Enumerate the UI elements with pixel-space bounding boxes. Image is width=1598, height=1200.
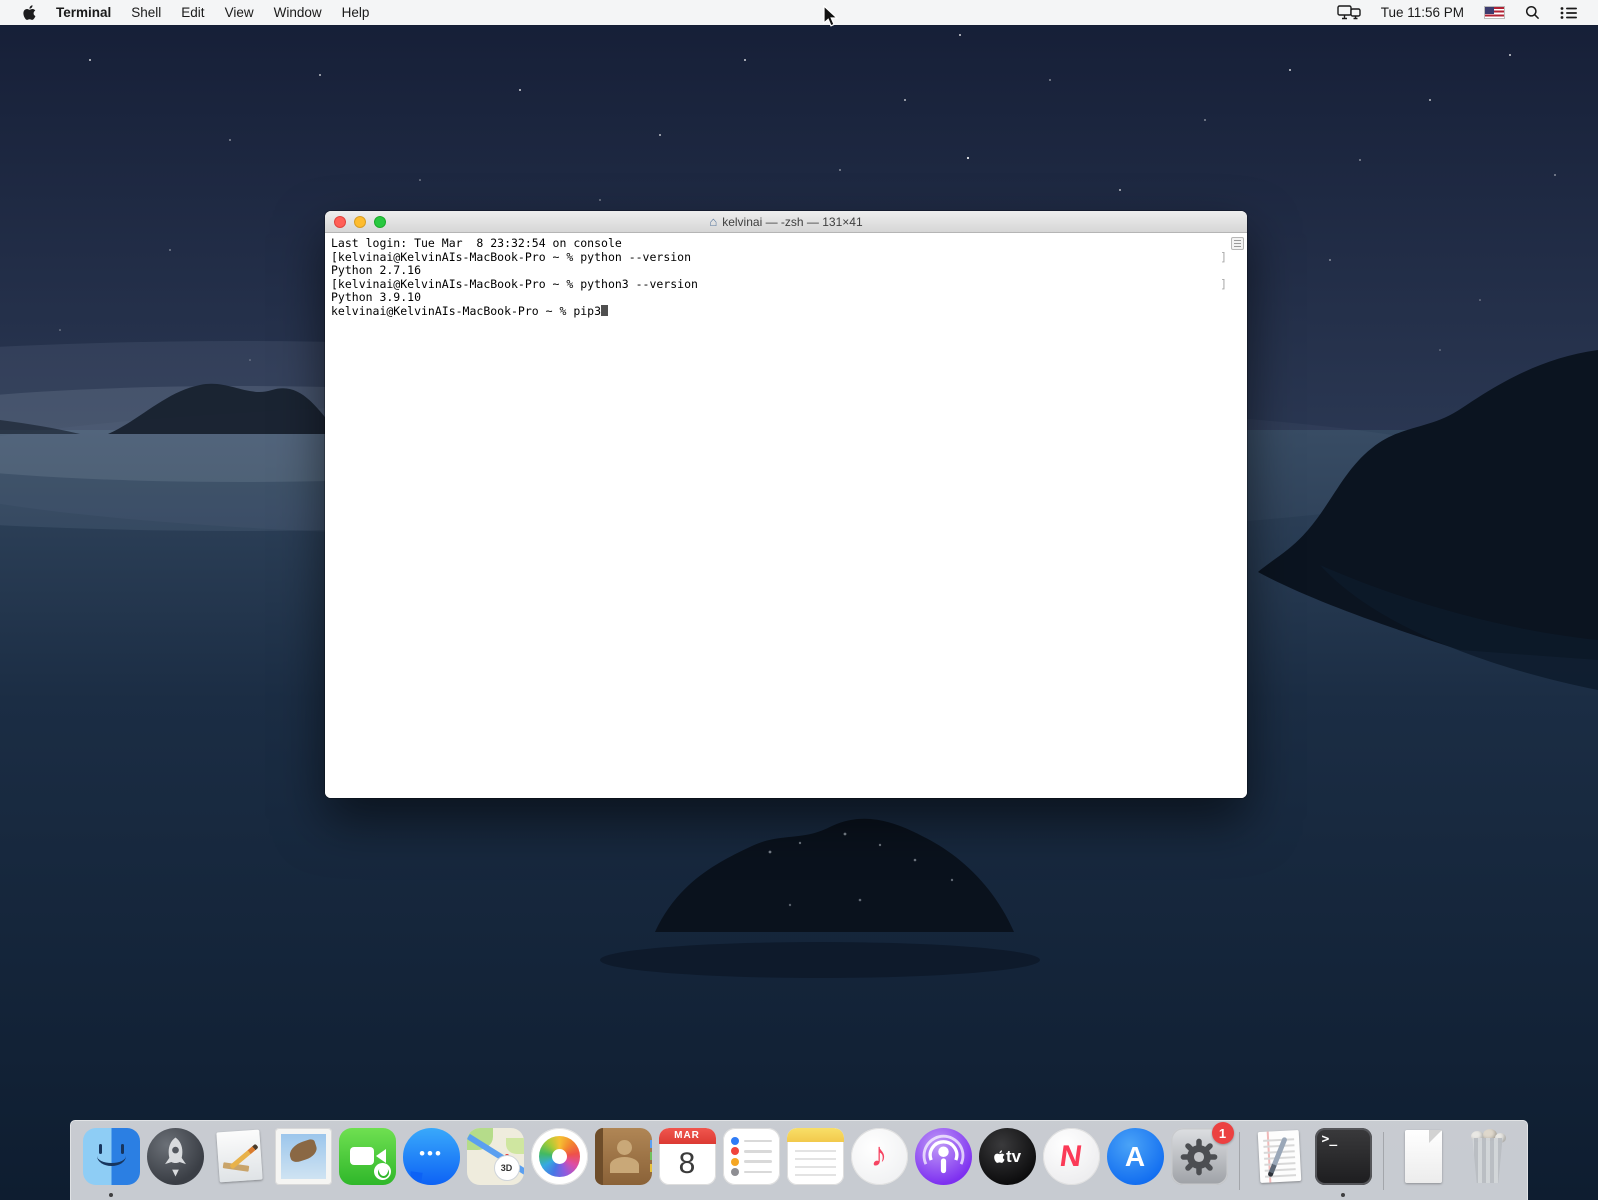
menu-item-shell[interactable]: Shell bbox=[121, 2, 171, 23]
dock-item-podcasts[interactable] bbox=[915, 1128, 972, 1185]
shell-mark-close: ] bbox=[1220, 278, 1227, 292]
dock-item-maps[interactable]: 3D bbox=[467, 1128, 524, 1185]
terminal-window: ⌂ kelvinai — -zsh — 131×41 Last login: T… bbox=[325, 211, 1247, 798]
minimize-button[interactable] bbox=[354, 216, 366, 228]
dock-item-messages[interactable]: ••• bbox=[403, 1128, 460, 1185]
window-title: ⌂ kelvinai — -zsh — 131×41 bbox=[709, 215, 862, 229]
apple-menu[interactable] bbox=[12, 5, 46, 21]
us-flag-icon bbox=[1484, 6, 1505, 19]
dock-item-photos[interactable] bbox=[531, 1128, 588, 1185]
mail-icon bbox=[275, 1128, 332, 1185]
menu-item-window[interactable]: Window bbox=[264, 2, 332, 23]
notification-list-icon bbox=[1560, 6, 1578, 20]
terminal-line: [kelvinai@KelvinAIs-MacBook-Pro ~ % pyth… bbox=[331, 278, 1241, 292]
dock-item-notes[interactable] bbox=[787, 1128, 844, 1185]
menu-bar: Terminal Shell Edit View Window Help Tue… bbox=[0, 0, 1598, 25]
menu-item-edit[interactable]: Edit bbox=[171, 2, 214, 23]
terminal-output-area[interactable]: Last login: Tue Mar 8 23:32:54 on consol… bbox=[325, 233, 1247, 798]
dock-item-tv[interactable]: tv bbox=[979, 1128, 1036, 1185]
terminal-line: [kelvinai@KelvinAIs-MacBook-Pro ~ % pyth… bbox=[331, 251, 1241, 265]
window-title-text: kelvinai — -zsh — 131×41 bbox=[722, 215, 862, 229]
dock-item-system-preferences[interactable]: 1 bbox=[1171, 1128, 1228, 1185]
trash-full-icon bbox=[1459, 1128, 1516, 1185]
menu-bar-clock[interactable]: Tue 11:56 PM bbox=[1371, 2, 1474, 23]
scrollbar-widget-icon[interactable] bbox=[1231, 237, 1244, 250]
notification-center-menu[interactable] bbox=[1550, 3, 1588, 23]
dock-item-music[interactable]: ♪ bbox=[851, 1128, 908, 1185]
photos-icon bbox=[531, 1128, 588, 1185]
desktop: Terminal Shell Edit View Window Help Tue… bbox=[0, 0, 1598, 1200]
zoom-button[interactable] bbox=[374, 216, 386, 228]
menu-item-help[interactable]: Help bbox=[332, 2, 380, 23]
dock-item-launchpad[interactable] bbox=[147, 1128, 204, 1185]
tv-icon: tv bbox=[979, 1128, 1036, 1185]
dock-item-preview[interactable] bbox=[211, 1128, 268, 1185]
terminal-app-icon: >_ bbox=[1315, 1128, 1372, 1185]
facetime-icon bbox=[339, 1128, 396, 1185]
terminal-line: Python 3.9.10 bbox=[331, 291, 1241, 305]
calendar-icon: MAR 8 bbox=[659, 1128, 716, 1185]
dock-item-facetime[interactable] bbox=[339, 1128, 396, 1185]
preview-icon bbox=[211, 1128, 268, 1185]
document-icon bbox=[1395, 1128, 1452, 1185]
apple-logo-icon bbox=[22, 5, 36, 21]
contacts-icon bbox=[595, 1128, 652, 1185]
dock-divider bbox=[1383, 1132, 1384, 1190]
launchpad-icon bbox=[147, 1128, 204, 1185]
dock-item-reminders[interactable] bbox=[723, 1128, 780, 1185]
news-icon: N bbox=[1043, 1128, 1100, 1185]
maps-icon: 3D bbox=[467, 1128, 524, 1185]
terminal-prompt-line: kelvinai@KelvinAIs-MacBook-Pro ~ % pip3 bbox=[331, 305, 1241, 319]
textedit-icon bbox=[1251, 1128, 1308, 1185]
dock-item-terminal[interactable]: >_ bbox=[1315, 1128, 1372, 1185]
running-indicator bbox=[1341, 1193, 1345, 1197]
displays-icon bbox=[1337, 5, 1361, 20]
search-icon bbox=[1525, 5, 1540, 20]
dock-divider bbox=[1239, 1132, 1240, 1190]
close-button[interactable] bbox=[334, 216, 346, 228]
notification-badge: 1 bbox=[1212, 1122, 1234, 1144]
dock-item-app-store[interactable]: A bbox=[1107, 1128, 1164, 1185]
home-proxy-icon: ⌂ bbox=[709, 215, 717, 228]
terminal-line: Last login: Tue Mar 8 23:32:54 on consol… bbox=[331, 237, 1241, 251]
dock-item-contacts[interactable] bbox=[595, 1128, 652, 1185]
terminal-cursor bbox=[601, 305, 608, 316]
terminal-line: Python 2.7.16 bbox=[331, 264, 1241, 278]
dock-item-trash[interactable] bbox=[1459, 1128, 1516, 1185]
displays-menu-extra[interactable] bbox=[1327, 2, 1371, 23]
podcasts-icon bbox=[915, 1128, 972, 1185]
dock: ••• 3D MAR 8 bbox=[70, 1120, 1528, 1200]
running-indicator bbox=[109, 1193, 113, 1197]
menu-item-view[interactable]: View bbox=[215, 2, 264, 23]
shell-mark-close: ] bbox=[1220, 251, 1227, 265]
dock-item-finder[interactable] bbox=[83, 1128, 140, 1185]
dock-item-news[interactable]: N bbox=[1043, 1128, 1100, 1185]
dock-item-document[interactable] bbox=[1395, 1128, 1452, 1185]
notes-icon bbox=[787, 1128, 844, 1185]
finder-icon bbox=[83, 1128, 140, 1185]
dock-item-textedit[interactable] bbox=[1251, 1128, 1308, 1185]
terminal-titlebar[interactable]: ⌂ kelvinai — -zsh — 131×41 bbox=[325, 211, 1247, 233]
input-source-menu[interactable] bbox=[1474, 3, 1515, 22]
dock-item-mail[interactable] bbox=[275, 1128, 332, 1185]
menu-item-terminal[interactable]: Terminal bbox=[46, 2, 121, 23]
spotlight-menu[interactable] bbox=[1515, 2, 1550, 23]
messages-icon: ••• bbox=[403, 1128, 460, 1185]
dock-item-calendar[interactable]: MAR 8 bbox=[659, 1128, 716, 1185]
mouse-pointer bbox=[822, 5, 840, 29]
music-icon: ♪ bbox=[851, 1128, 908, 1185]
reminders-icon bbox=[723, 1128, 780, 1185]
app-store-icon: A bbox=[1107, 1128, 1164, 1185]
